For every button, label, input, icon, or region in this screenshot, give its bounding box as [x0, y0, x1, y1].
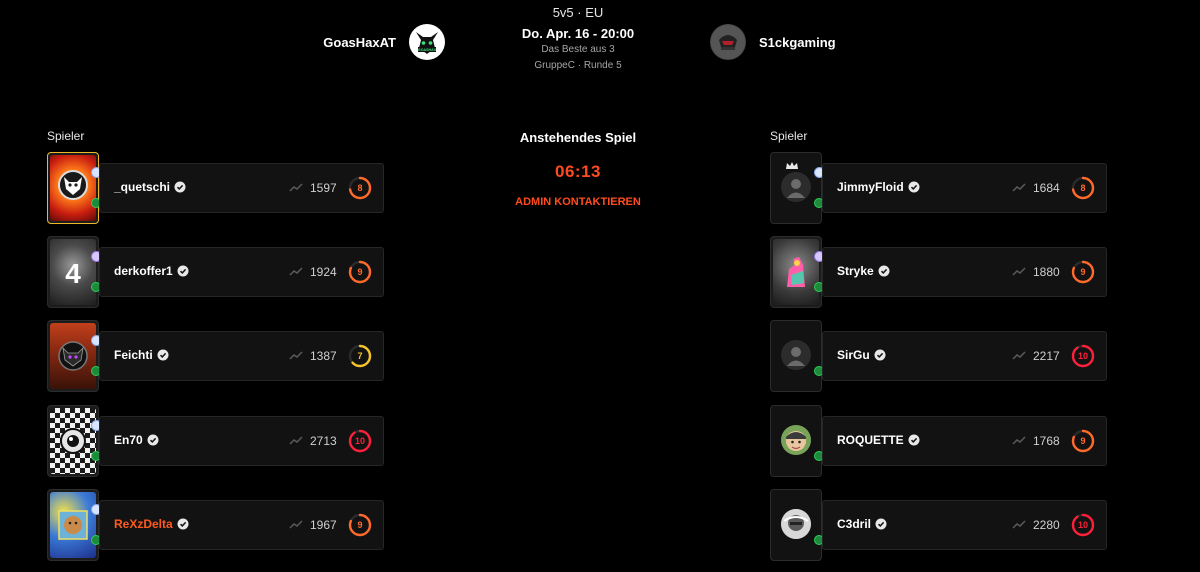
player-info[interactable]: derkoffer1 1924 9 — [99, 247, 384, 297]
player-elo: 2280 — [1033, 518, 1060, 532]
verified-check-icon — [908, 434, 920, 446]
match-datetime: Do. Apr. 16 - 20:00 — [521, 26, 635, 41]
player-avatar — [781, 509, 811, 539]
skill-level-badge: 9 — [348, 513, 372, 537]
match-group-round: GruppeC · Runde 5 — [534, 60, 622, 71]
player-info[interactable]: Stryke 1880 9 — [822, 247, 1107, 297]
player-row[interactable]: 4 derkoffer1 1924 9 — [47, 236, 387, 310]
player-row[interactable]: _quetschi 1597 8 — [47, 152, 387, 226]
contact-admin-link[interactable]: ADMIN KONTAKTIEREN — [478, 196, 678, 208]
player-card[interactable] — [47, 405, 102, 477]
elo-trend-icon — [1012, 351, 1026, 360]
player-card[interactable] — [47, 489, 102, 561]
player-card[interactable] — [47, 320, 102, 392]
player-row[interactable]: JimmyFloid 1684 8 — [770, 152, 1110, 226]
upcoming-match-title: Anstehendes Spiel — [519, 130, 637, 145]
elo-trend-icon — [1012, 267, 1026, 276]
skill-level-badge: 9 — [348, 260, 372, 284]
verified-check-icon — [174, 181, 186, 193]
skill-level-badge: 8 — [348, 176, 372, 200]
player-card[interactable] — [47, 152, 102, 224]
elo-trend-icon — [289, 520, 303, 529]
elo-trend-icon — [289, 183, 303, 192]
elo-trend-icon — [289, 436, 303, 445]
elo-trend-icon — [1012, 520, 1026, 529]
s1ck-logo-icon[interactable] — [710, 24, 746, 60]
player-info[interactable]: ReXzDelta 1967 9 — [99, 500, 384, 550]
svg-text:GOASHAX: GOASHAX — [418, 48, 437, 52]
player-info[interactable]: SirGu 2217 10 — [822, 331, 1107, 381]
verified-check-icon — [874, 349, 886, 361]
right-roster: JimmyFloid 1684 8 Stryke 1880 9 SirGu 22… — [770, 0, 1110, 572]
player-name[interactable]: Stryke — [837, 264, 890, 278]
goat-logo-icon[interactable]: GOASHAX — [409, 24, 445, 60]
player-name[interactable]: ROQUETTE — [837, 433, 920, 447]
player-card[interactable] — [770, 152, 825, 224]
player-info[interactable]: Feichti 1387 7 — [99, 331, 384, 381]
left-roster: _quetschi 1597 8 4 derkoffer1 1924 9 Fei… — [47, 0, 387, 572]
countdown-timer: 06:13 — [555, 162, 601, 181]
player-elo: 1967 — [310, 518, 337, 532]
verified-check-icon — [878, 265, 890, 277]
player-card[interactable] — [770, 405, 824, 477]
skill-level-badge: 8 — [1071, 176, 1095, 200]
player-row[interactable]: ReXzDelta 1967 9 — [47, 489, 387, 563]
player-name[interactable]: derkoffer1 — [114, 264, 189, 278]
player-info[interactable]: C3dril 2280 10 — [822, 500, 1107, 550]
player-name[interactable]: _quetschi — [114, 180, 186, 194]
player-avatar — [781, 425, 811, 455]
verified-check-icon — [177, 265, 189, 277]
player-elo: 1880 — [1033, 265, 1060, 279]
player-name[interactable]: C3dril — [837, 517, 887, 531]
player-info[interactable]: En70 2713 10 — [99, 416, 384, 466]
default-avatar-icon — [781, 340, 811, 370]
skill-level-badge: 10 — [1071, 344, 1095, 368]
player-name[interactable]: ReXzDelta — [114, 517, 189, 531]
player-elo: 1387 — [310, 349, 337, 363]
verified-check-icon — [177, 518, 189, 530]
player-row[interactable]: En70 2713 10 — [47, 405, 387, 479]
skill-level-badge: 10 — [348, 429, 372, 453]
skill-level-badge: 10 — [1071, 513, 1095, 537]
match-mode: 5v5 · EU — [552, 5, 604, 20]
elo-trend-icon — [289, 351, 303, 360]
skill-level-badge: 9 — [1071, 429, 1095, 453]
player-row[interactable]: SirGu 2217 10 — [770, 320, 1110, 394]
player-name[interactable]: Feichti — [114, 348, 169, 362]
player-card[interactable]: 4 — [47, 236, 102, 308]
match-format: Das Beste aus 3 — [541, 44, 615, 55]
player-card[interactable] — [770, 236, 825, 308]
player-elo: 2217 — [1033, 349, 1060, 363]
player-elo: 2713 — [310, 434, 337, 448]
player-name[interactable]: En70 — [114, 433, 159, 447]
player-card[interactable] — [770, 320, 824, 392]
player-elo: 1684 — [1033, 181, 1060, 195]
player-row[interactable]: ROQUETTE 1768 9 — [770, 405, 1110, 479]
elo-trend-icon — [1012, 183, 1026, 192]
player-elo: 1597 — [310, 181, 337, 195]
verified-check-icon — [875, 518, 887, 530]
player-row[interactable]: C3dril 2280 10 — [770, 489, 1110, 563]
player-elo: 1924 — [310, 265, 337, 279]
player-info[interactable]: _quetschi 1597 8 — [99, 163, 384, 213]
crown-icon — [786, 162, 798, 169]
player-elo: 1768 — [1033, 434, 1060, 448]
player-info[interactable]: ROQUETTE 1768 9 — [822, 416, 1107, 466]
elo-trend-icon — [289, 267, 303, 276]
player-row[interactable]: Stryke 1880 9 — [770, 236, 1110, 310]
svg-text:4: 4 — [65, 258, 81, 289]
player-name[interactable]: JimmyFloid — [837, 180, 920, 194]
verified-check-icon — [157, 349, 169, 361]
skill-level-badge: 7 — [348, 344, 372, 368]
verified-check-icon — [147, 434, 159, 446]
player-card[interactable] — [770, 489, 824, 561]
skill-level-badge: 9 — [1071, 260, 1095, 284]
elo-trend-icon — [1012, 436, 1026, 445]
player-row[interactable]: Feichti 1387 7 — [47, 320, 387, 394]
default-avatar-icon — [781, 172, 811, 202]
verified-check-icon — [908, 181, 920, 193]
player-name[interactable]: SirGu — [837, 348, 886, 362]
player-info[interactable]: JimmyFloid 1684 8 — [822, 163, 1107, 213]
